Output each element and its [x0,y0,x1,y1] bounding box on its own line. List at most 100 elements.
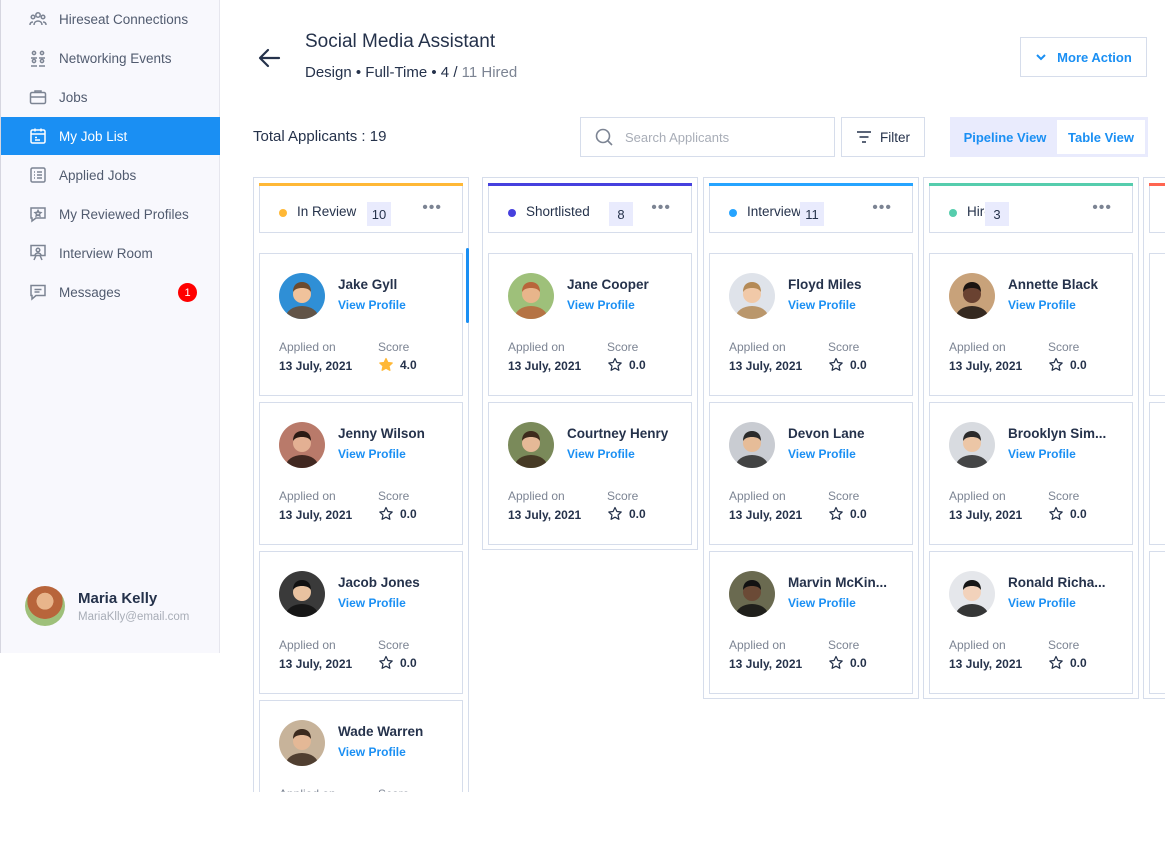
sidebar: Hireseat Connections Networking Events J… [0,0,220,653]
sidebar-item-my-job-list[interactable]: My Job List [1,117,220,155]
pipeline-view-button[interactable]: Pipeline View [953,120,1057,154]
applied-on-label: Applied on [508,489,565,503]
pipeline-column [1143,177,1165,699]
sidebar-item-my-reviewed-profiles[interactable]: My Reviewed Profiles [1,195,220,233]
score-value: 0.0 [828,506,867,522]
score-value: 0.0 [607,506,646,522]
column-count: 10 [367,202,391,226]
applicant-card[interactable]: Courtney Henry View Profile Applied on S… [488,402,692,545]
applicant-card[interactable]: Jenny Wilson View Profile Applied on Sco… [259,402,463,545]
applicant-avatar [279,422,325,468]
sidebar-item-interview-room[interactable]: Interview Room [1,234,220,272]
search-input[interactable] [625,129,825,145]
applicant-name: Marvin McKin... [788,575,888,590]
score-label: Score [378,340,410,354]
score-label: Score [607,489,639,503]
sidebar-item-label: My Job List [59,128,128,144]
column-count: 11 [800,202,824,226]
page-title: Social Media Assistant [305,31,496,52]
view-profile-link[interactable]: View Profile [338,745,406,759]
star-icon [379,357,393,371]
view-profile-link[interactable]: View Profile [567,298,635,312]
briefcase-icon [29,88,47,106]
view-profile-link[interactable]: View Profile [338,447,406,461]
applicant-card[interactable]: Marvin McKin... View Profile Applied on … [709,551,913,694]
applicant-card[interactable]: Brooklyn Sim... View Profile Applied on … [929,402,1133,545]
sidebar-item-hireseat-connections[interactable]: Hireseat Connections [1,0,220,38]
applied-date: 13 July, 2021 [949,359,1023,373]
total-applicants: Total Applicants : 19 [253,128,387,145]
table-view-button[interactable]: Table View [1057,120,1145,154]
search-icon [595,128,613,146]
filter-icon [857,131,871,143]
sidebar-item-networking-events[interactable]: Networking Events [1,39,220,77]
pipeline-column: Interview 11 ••• Floyd Miles View Profil… [703,177,919,699]
applicant-card[interactable] [1149,253,1165,396]
applicant-card[interactable] [1149,402,1165,545]
column-overflow-fade [253,792,473,848]
applied-date: 13 July, 2021 [729,657,803,671]
column-color-bar [488,183,692,186]
status-dot [508,209,516,217]
column-menu-icon[interactable]: ••• [1092,199,1112,217]
sidebar-item-label: Jobs [59,89,88,105]
applied-on-label: Applied on [279,340,336,354]
applicant-card[interactable]: Annette Black View Profile Applied on Sc… [929,253,1133,396]
score-label: Score [828,340,860,354]
score-label: Score [1048,489,1080,503]
view-profile-link[interactable]: View Profile [1008,596,1076,610]
view-profile-link[interactable]: View Profile [788,298,856,312]
applicant-card[interactable]: Floyd Miles View Profile Applied on Scor… [709,253,913,396]
applicant-avatar [279,720,325,766]
applicant-avatar [729,422,775,468]
column-menu-icon[interactable]: ••• [422,199,442,217]
applicant-card[interactable]: Jane Cooper View Profile Applied on Scor… [488,253,692,396]
view-profile-link[interactable]: View Profile [338,298,406,312]
applicant-card[interactable]: Jacob Jones View Profile Applied on Scor… [259,551,463,694]
applicant-name: Brooklyn Sim... [1008,426,1107,441]
score-value: 0.0 [1048,506,1087,522]
sidebar-item-jobs[interactable]: Jobs [1,78,220,116]
applicant-name: Courtney Henry [567,426,669,441]
applicant-avatar [279,273,325,319]
score-number: 0.0 [1070,656,1087,670]
view-profile-link[interactable]: View Profile [567,447,635,461]
column-color-bar [929,183,1133,186]
applicant-avatar [508,273,554,319]
applicant-card[interactable] [1149,551,1165,694]
applicant-card[interactable]: Devon Lane View Profile Applied on Score… [709,402,913,545]
applicant-name: Devon Lane [788,426,865,441]
view-profile-link[interactable]: View Profile [1008,298,1076,312]
applied-date: 13 July, 2021 [508,508,582,522]
back-arrow-icon[interactable] [256,44,284,72]
column-scrollbar[interactable] [466,248,469,323]
chevron-down-icon [1036,54,1046,61]
status-dot [949,209,957,217]
score-value: 4.0 [378,357,417,373]
sidebar-item-messages[interactable]: Messages 1 [1,273,220,311]
score-value: 0.0 [1048,357,1087,373]
view-profile-link[interactable]: View Profile [788,596,856,610]
column-menu-icon[interactable]: ••• [651,199,671,217]
view-profile-link[interactable]: View Profile [1008,447,1076,461]
column-menu-icon[interactable]: ••• [872,199,892,217]
user-profile[interactable]: Maria Kelly MariaKlly@email.com [25,586,189,626]
star-icon [1049,655,1063,669]
filter-button[interactable]: Filter [841,117,925,157]
search-box[interactable] [580,117,835,157]
star-icon [829,357,843,371]
score-label: Score [607,340,639,354]
star-icon [1049,357,1063,371]
sidebar-item-applied-jobs[interactable]: Applied Jobs [1,156,220,194]
score-value: 0.0 [378,506,417,522]
applicant-card[interactable]: Jake Gyll View Profile Applied on Score … [259,253,463,396]
applicant-card[interactable]: Ronald Richa... View Profile Applied on … [929,551,1133,694]
hired-count: 11 Hired [461,64,518,81]
more-action-button[interactable]: More Action [1020,37,1147,77]
networking-icon [29,49,47,67]
view-profile-link[interactable]: View Profile [788,447,856,461]
applied-date: 13 July, 2021 [279,359,353,373]
score-label: Score [1048,638,1080,652]
star-icon [829,506,843,520]
view-profile-link[interactable]: View Profile [338,596,406,610]
